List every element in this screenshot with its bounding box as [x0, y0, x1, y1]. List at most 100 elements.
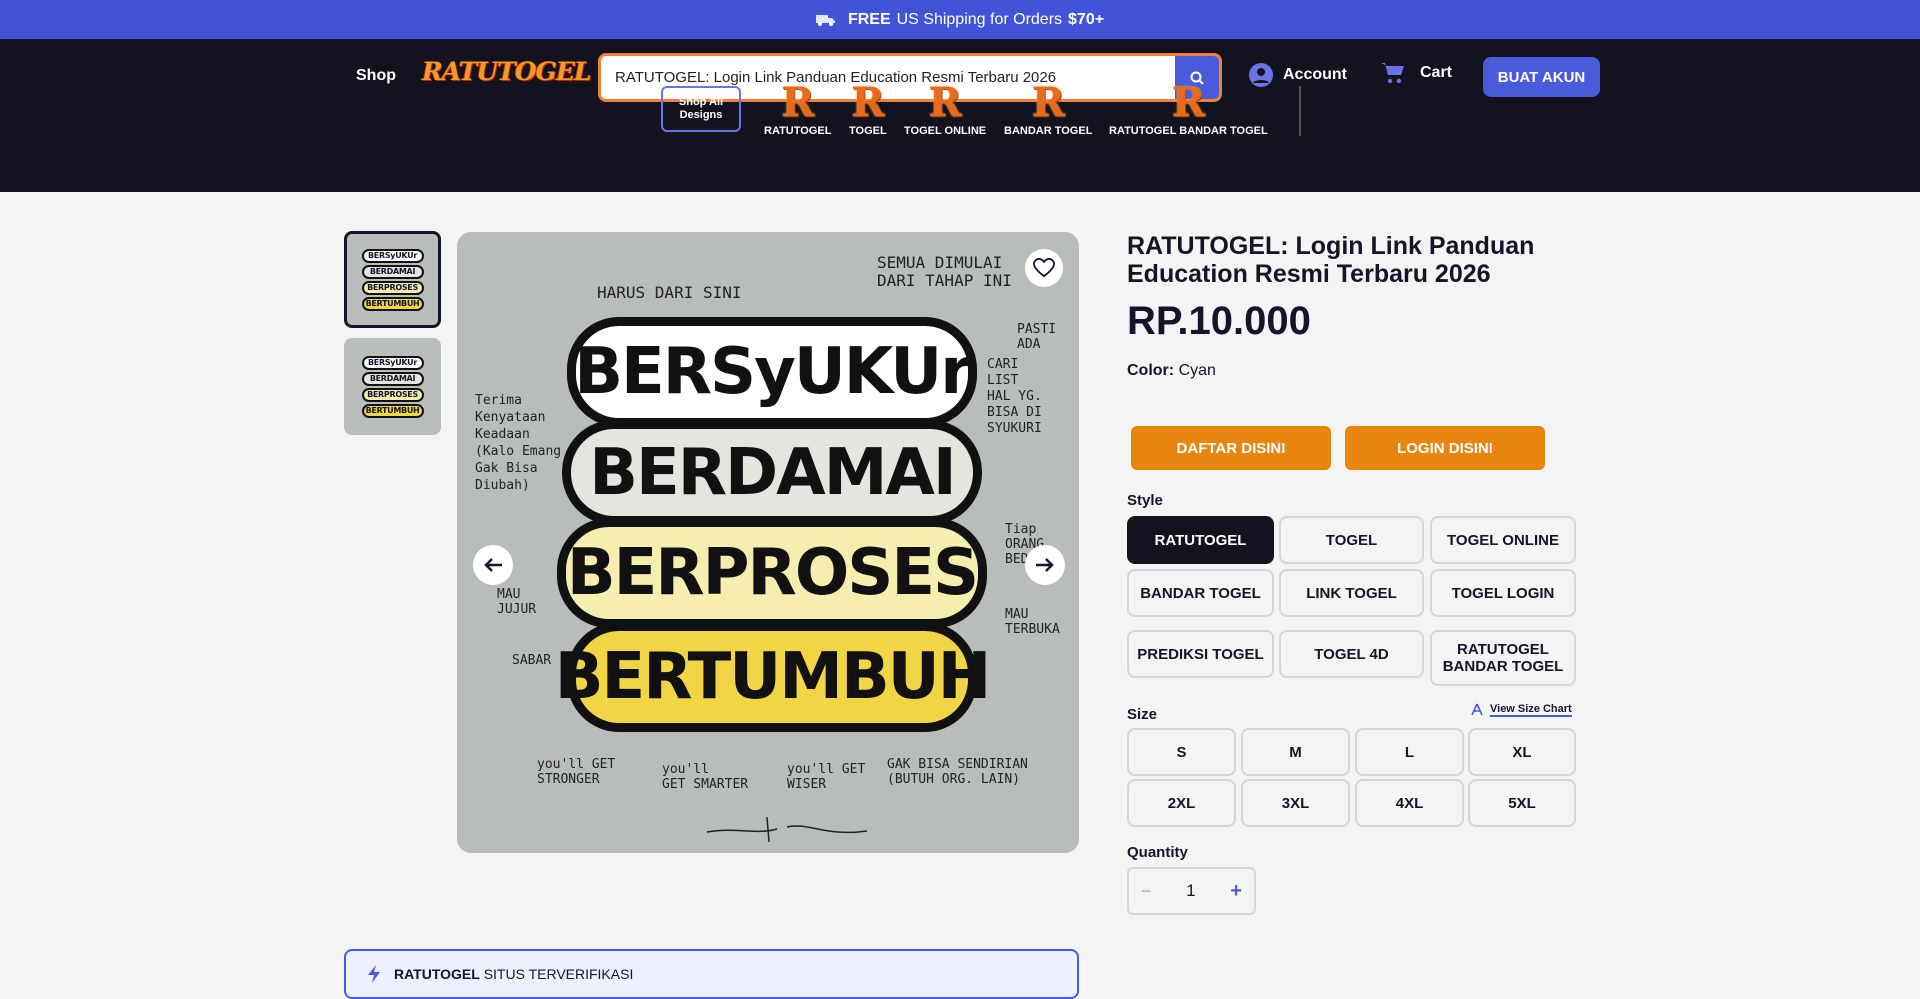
category-label: BANDAR TOGEL	[1004, 125, 1093, 137]
style-option-bandar-togel[interactable]: BANDAR TOGEL	[1127, 569, 1274, 617]
cart-link[interactable]: Cart	[1380, 61, 1452, 85]
design-word-berdamai: BERDAMAI	[562, 420, 982, 525]
note-terima: Terima Kenyataan Keadaan (Kalo Emang Gak…	[475, 393, 562, 493]
quantity-stepper: − 1 +	[1127, 867, 1256, 915]
arrow-right-icon	[1036, 558, 1054, 572]
size-option-l[interactable]: L	[1355, 728, 1464, 776]
style-option-ratutogel[interactable]: RATUTOGEL	[1127, 516, 1274, 564]
size-label: Size	[1127, 706, 1158, 723]
truck-icon	[815, 14, 835, 26]
size-option-s[interactable]: S	[1127, 728, 1236, 776]
note-pasti: PASTI ADA	[1017, 322, 1057, 352]
site-logo[interactable]: RATUTOGEL	[422, 57, 592, 86]
style-option-togel-online[interactable]: TOGEL ONLINE	[1430, 516, 1576, 564]
size-option-4xl[interactable]: 4XL	[1355, 779, 1464, 827]
style-option-prediksi-togel[interactable]: PREDIKSI TOGEL	[1127, 630, 1274, 678]
thumbnail-1[interactable]: BERSyUKUr BERDAMAI BERPROSES BERTUMBUH	[344, 231, 441, 328]
category-label: RATUTOGEL BANDAR TOGEL	[1109, 125, 1268, 137]
site-header: Shop RATUTOGEL Account Cart BUAT AKUN Sh…	[0, 39, 1920, 192]
shop-all-designs-button[interactable]: Shop All Designs	[661, 86, 741, 132]
size-chart-link[interactable]: View Size Chart	[1470, 703, 1572, 717]
nav-category-ratutogel[interactable]: R RATUTOGEL	[764, 79, 832, 138]
lightning-icon	[368, 965, 380, 983]
style-option-togel-4d[interactable]: TOGEL 4D	[1279, 630, 1424, 678]
product-color: Color: Cyan	[1127, 362, 1216, 380]
quantity-value[interactable]: 1	[1186, 881, 1195, 901]
next-image-button[interactable]	[1025, 545, 1065, 585]
size-option-m[interactable]: M	[1241, 728, 1350, 776]
note-gak-bisa: GAK BISA SENDIRIAN (BUTUH ORG. LAIN)	[887, 757, 1028, 787]
signature-icon	[706, 816, 868, 843]
category-label: TOGEL	[849, 125, 887, 137]
thumb-word: BERSyUKUr	[361, 248, 424, 263]
category-logo-icon: R	[928, 79, 962, 126]
note-stronger: you'll GET STRONGER	[537, 757, 616, 787]
shop-link[interactable]: Shop	[356, 67, 396, 85]
verified-brand: RATUTOGEL	[394, 966, 480, 982]
quantity-decrease-button[interactable]: −	[1141, 881, 1152, 902]
thumb-word: BERPROSES	[361, 280, 424, 295]
thumb-word: BERSyUKUr	[361, 355, 424, 370]
size-chart-label: View Size Chart	[1490, 703, 1572, 717]
account-label: Account	[1283, 66, 1347, 83]
style-option-ratutogel-bandar-togel[interactable]: RATUTOGEL BANDAR TOGEL	[1430, 630, 1576, 686]
note-smarter: you'll GET SMARTER	[662, 762, 749, 792]
design-word-bersyukur: BERSyUKUr	[567, 317, 977, 427]
category-label: RATUTOGEL	[764, 125, 832, 137]
promo-amount: $70+	[1068, 10, 1105, 28]
daftar-button[interactable]: DAFTAR DISINI	[1131, 426, 1331, 470]
prev-image-button[interactable]	[473, 545, 513, 585]
note-wiser: you'll GET WISER	[787, 762, 866, 792]
category-logo-icon: R	[1171, 79, 1205, 126]
note-mau-terbuka: MAU TERBUKA	[1005, 607, 1060, 637]
note-sabar: SABAR	[512, 653, 552, 668]
thumb-word: BERDAMAI	[361, 371, 424, 386]
product-title: RATUTOGEL: Login Link Panduan Education …	[1127, 232, 1535, 288]
heart-icon	[1033, 258, 1055, 278]
cart-label: Cart	[1420, 64, 1453, 81]
promo-free: FREE	[847, 10, 891, 28]
verified-text: RATUTOGEL SITUS TERVERIFIKASI	[394, 966, 633, 982]
note-cari: CARI LIST HAL YG. BISA DI SYUKURI	[987, 357, 1042, 436]
quantity-increase-button[interactable]: +	[1230, 880, 1242, 903]
promo-bar: FREE US Shipping for Orders $70+	[0, 0, 1920, 39]
nav-category-bandar-togel[interactable]: R BANDAR TOGEL	[1004, 79, 1093, 138]
verified-banner: RATUTOGEL SITUS TERVERIFIKASI	[344, 949, 1079, 999]
size-option-xl[interactable]: XL	[1468, 728, 1576, 776]
size-option-5xl[interactable]: 5XL	[1468, 779, 1576, 827]
category-logo-icon: R	[781, 79, 815, 126]
thumb-word: BERTUMBUH	[361, 403, 424, 418]
thumb-word: BERTUMBUH	[361, 296, 424, 311]
product-main-image[interactable]: BERSyUKUr BERDAMAI BERPROSES BERTUMBUH H…	[457, 232, 1079, 853]
login-button[interactable]: LOGIN DISINI	[1345, 426, 1545, 470]
note-mau-jujur: MAU JUJUR	[497, 587, 537, 617]
thumbnail-2[interactable]: BERSyUKUr BERDAMAI BERPROSES BERTUMBUH	[344, 338, 441, 435]
style-option-link-togel[interactable]: LINK TOGEL	[1279, 569, 1424, 617]
category-logo-icon: R	[1031, 79, 1065, 126]
size-option-3xl[interactable]: 3XL	[1241, 779, 1350, 827]
note-semua: SEMUA DIMULAI DARI TAHAP INI	[877, 253, 1012, 290]
nav-category-togel-online[interactable]: R TOGEL ONLINE	[904, 79, 987, 138]
style-option-togel-login[interactable]: TOGEL LOGIN	[1430, 569, 1576, 617]
promo-text: US Shipping for Orders	[896, 10, 1063, 28]
nav-category-ratutogel-bandar-togel[interactable]: R RATUTOGEL BANDAR TOGEL	[1109, 79, 1268, 138]
buat-akun-button[interactable]: BUAT AKUN	[1483, 57, 1600, 97]
style-label: Style	[1127, 492, 1163, 509]
cart-icon	[1381, 63, 1404, 84]
wishlist-button[interactable]	[1025, 249, 1063, 287]
category-label: TOGEL ONLINE	[904, 125, 987, 137]
style-option-togel[interactable]: TOGEL	[1279, 516, 1424, 564]
product-price: RP.10.000	[1127, 299, 1311, 343]
nav-category-togel[interactable]: R TOGEL	[849, 79, 887, 138]
thumb-word: BERDAMAI	[361, 264, 424, 279]
nav-divider	[1299, 86, 1301, 136]
size-option-2xl[interactable]: 2XL	[1127, 779, 1236, 827]
ruler-icon	[1471, 703, 1483, 716]
quantity-label: Quantity	[1127, 844, 1188, 861]
design-word-berproses: BERPROSES	[557, 518, 987, 628]
color-label: Color:	[1127, 362, 1175, 379]
category-logo-icon: R	[851, 79, 885, 126]
verified-label: SITUS TERVERIFIKASI	[483, 966, 634, 982]
color-value: Cyan	[1178, 362, 1216, 379]
design-word-bertumbuh: BERTUMBUH	[555, 622, 991, 732]
